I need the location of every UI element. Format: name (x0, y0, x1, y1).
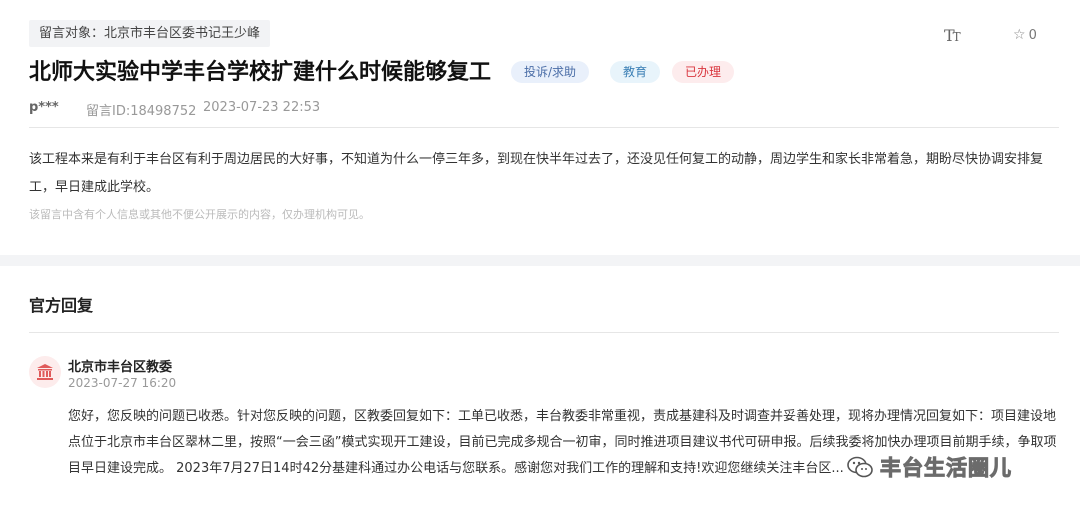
reply-org-name: 北京市丰台区教委 (68, 360, 173, 375)
reply-time: 2023-07-27 16:20 (68, 376, 177, 390)
reply-section-title: 官方回复 (29, 296, 94, 315)
message-user: p*** (29, 100, 59, 115)
star-icon: ☆ (1013, 27, 1026, 43)
message-meta: p*** 留言ID:18498752 2023-07-23 22:53 (29, 100, 320, 119)
divider (29, 332, 1059, 333)
privacy-notice: 该留言中含有个人信息或其他不便公开展示的内容，仅办理机构可见。 (29, 208, 370, 221)
message-id: 留言ID:18498752 (86, 104, 197, 119)
favorite-button[interactable]: ☆ 0 (1013, 27, 1037, 43)
message-title: 北师大实验中学丰台学校扩建什么时候能够复工 (29, 60, 492, 85)
message-content: 该工程本来是有利于丰台区有利于周边居民的大好事，不知道为什么一停三年多，到现在快… (29, 152, 1044, 195)
watermark: 丰台生活圈儿 (846, 452, 1012, 482)
message-card: 留言对象：北京市丰台区委书记王少峰 TT ☆ 0 北师大实验中学丰台学校扩建什么… (0, 0, 1080, 255)
watermark-text: 丰台生活圈儿 (880, 456, 1012, 481)
status-badge: 已办理 (672, 61, 735, 83)
tag-type: 投诉/求助 (511, 61, 590, 83)
text-size-icon[interactable]: TT (944, 26, 961, 45)
divider (29, 127, 1059, 128)
message-time: 2023-07-23 22:53 (203, 100, 321, 115)
government-building-icon (29, 356, 61, 388)
wechat-icon (847, 456, 873, 478)
message-target: 留言对象：北京市丰台区委书记王少峰 (29, 20, 271, 47)
favorite-count: 0 (1028, 27, 1037, 43)
tag-field: 教育 (610, 61, 661, 83)
